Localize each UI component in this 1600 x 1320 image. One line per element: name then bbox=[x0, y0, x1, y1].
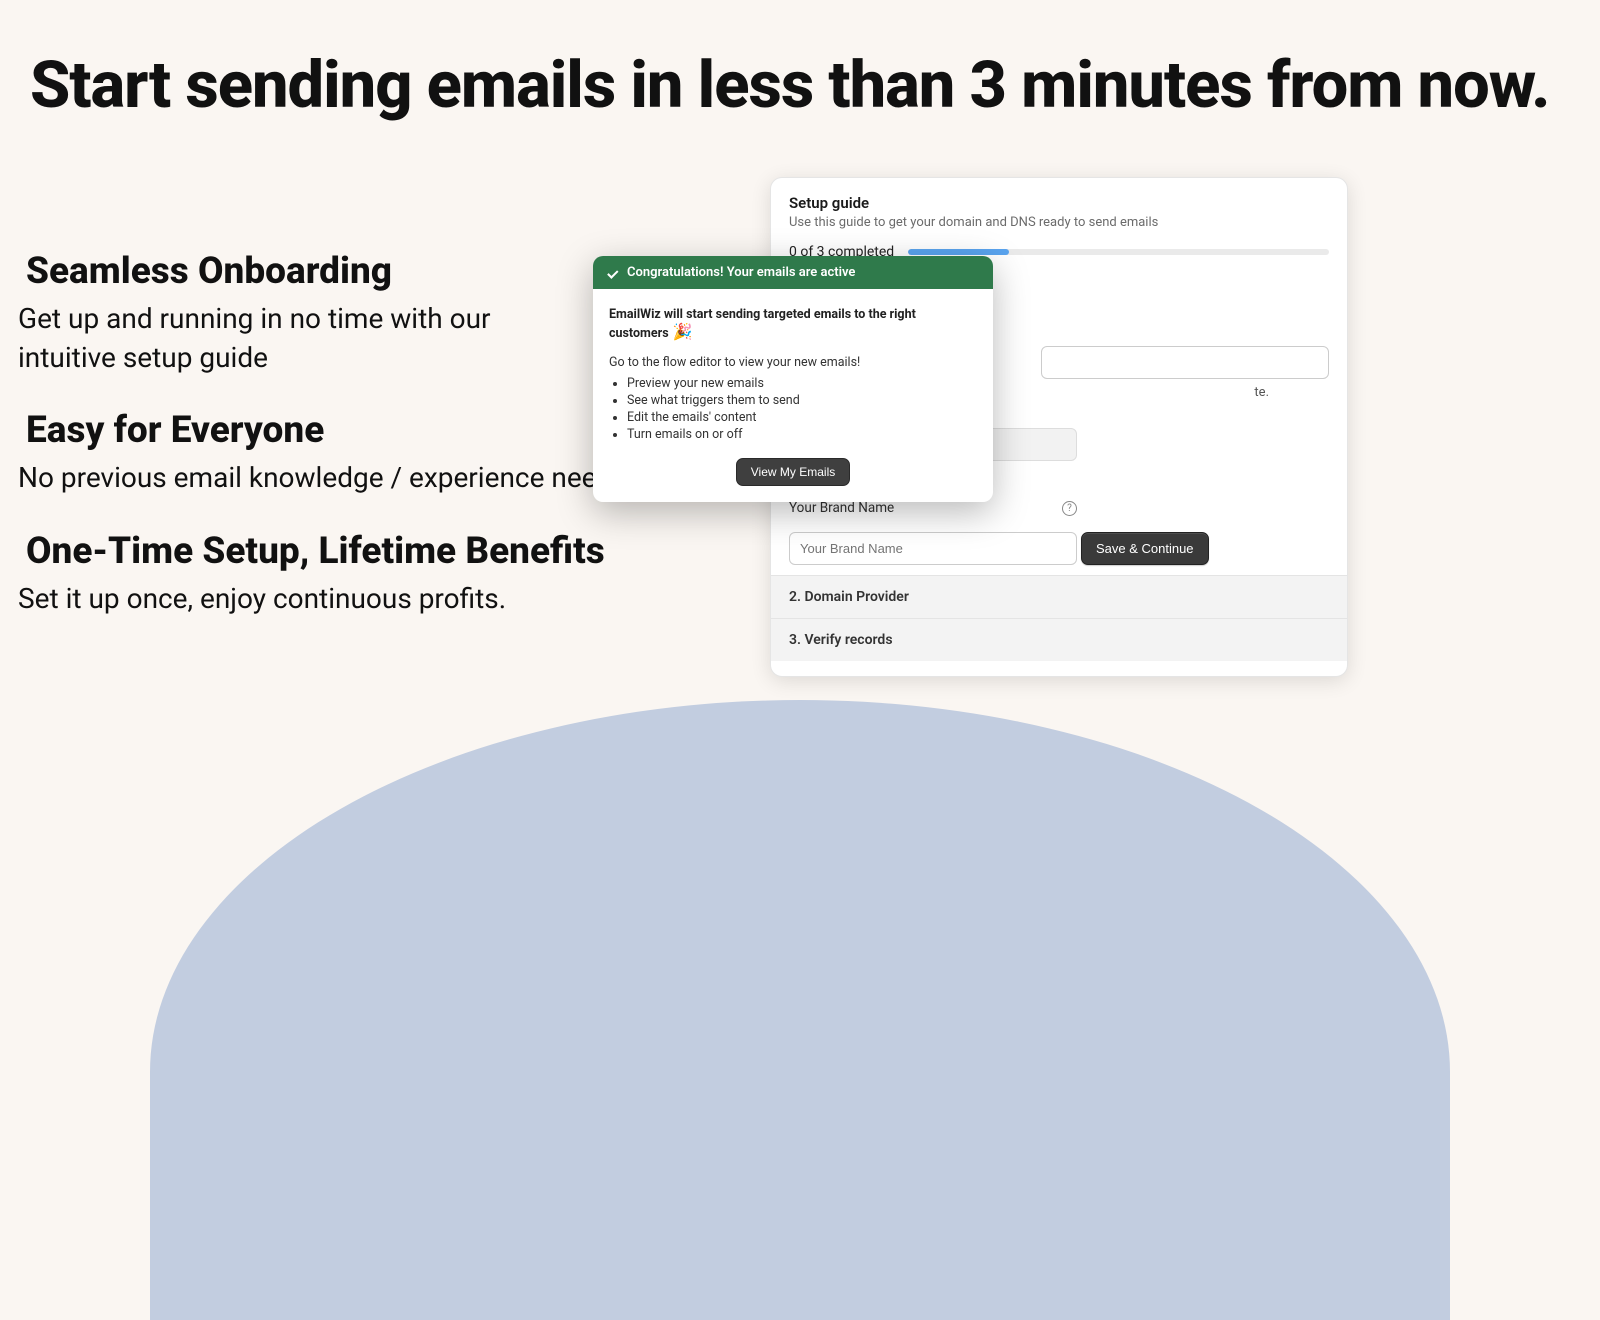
setup-guide-header: Setup guide Use this guide to get your d… bbox=[771, 178, 1347, 238]
congrats-bullets: Preview your new emails See what trigger… bbox=[627, 376, 977, 442]
feature-item: Easy for Everyone No previous email know… bbox=[18, 409, 643, 497]
feature-desc: Get up and running in no time with our i… bbox=[18, 299, 518, 377]
setup-progress-bar bbox=[908, 249, 1329, 255]
setup-progress-fill bbox=[908, 249, 1009, 255]
congrats-lead: Go to the flow editor to view your new e… bbox=[609, 355, 977, 370]
list-item: Edit the emails' content bbox=[627, 410, 977, 425]
features-list: Seamless Onboarding Get up and running i… bbox=[18, 250, 643, 650]
domain-input[interactable] bbox=[1041, 346, 1329, 379]
view-my-emails-button[interactable]: View My Emails bbox=[736, 458, 850, 486]
brand-name-input[interactable] bbox=[789, 532, 1077, 565]
help-icon[interactable]: ? bbox=[1062, 501, 1077, 516]
feature-item: One-Time Setup, Lifetime Benefits Set it… bbox=[18, 530, 643, 618]
congrats-strong: EmailWiz will start sending targeted ema… bbox=[609, 307, 916, 341]
save-continue-button[interactable]: Save & Continue bbox=[1081, 532, 1209, 565]
party-icon: 🎉 bbox=[673, 322, 693, 341]
congrats-banner: Congratulations! Your emails are active bbox=[593, 256, 993, 289]
list-item: Turn emails on or off bbox=[627, 427, 977, 442]
check-icon bbox=[605, 266, 619, 280]
feature-title: One-Time Setup, Lifetime Benefits bbox=[26, 530, 643, 573]
decorative-wave bbox=[150, 700, 1450, 1320]
congrats-body: EmailWiz will start sending targeted ema… bbox=[593, 289, 993, 502]
headline: Start sending emails in less than 3 minu… bbox=[30, 40, 1550, 131]
list-item: Preview your new emails bbox=[627, 376, 977, 391]
congrats-banner-text: Congratulations! Your emails are active bbox=[627, 265, 855, 280]
setup-step-3[interactable]: 3. Verify records bbox=[771, 618, 1347, 661]
setup-guide-title: Setup guide bbox=[789, 194, 1329, 212]
setup-guide-subtitle: Use this guide to get your domain and DN… bbox=[789, 215, 1329, 230]
feature-title: Easy for Everyone bbox=[26, 409, 643, 452]
feature-desc: No previous email knowledge / experience… bbox=[18, 458, 643, 497]
setup-step-2[interactable]: 2. Domain Provider bbox=[771, 575, 1347, 618]
feature-desc: Set it up once, enjoy continuous profits… bbox=[18, 579, 643, 618]
list-item: See what triggers them to send bbox=[627, 393, 977, 408]
feature-item: Seamless Onboarding Get up and running i… bbox=[18, 250, 643, 377]
congrats-modal: Congratulations! Your emails are active … bbox=[593, 256, 993, 502]
feature-title: Seamless Onboarding bbox=[26, 250, 643, 293]
brand-name-label: Your Brand Name bbox=[789, 500, 894, 516]
